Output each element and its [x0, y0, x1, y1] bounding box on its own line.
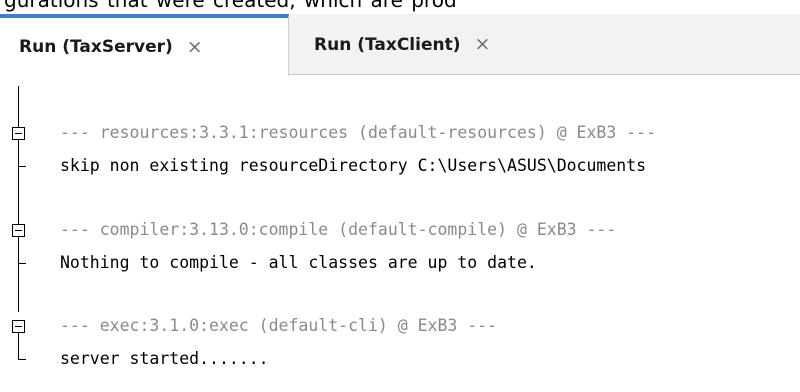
tab-run-taxclient[interactable]: Run (TaxClient) × — [289, 14, 529, 75]
tree-branch-tick — [18, 263, 26, 264]
console-line-output: server started....... — [60, 349, 269, 368]
window-cut-off-text: gurations that were created, which are p… — [0, 0, 800, 14]
console-line-header: --- resources:3.3.1:resources (default-r… — [60, 123, 657, 142]
tree-guide-line — [18, 86, 19, 312]
collapse-icon[interactable] — [12, 320, 25, 333]
close-icon[interactable]: × — [474, 35, 490, 54]
output-tab-bar: Run (TaxServer) × Run (TaxClient) × — [0, 14, 800, 76]
collapse-icon[interactable] — [12, 127, 25, 140]
tree-branch-tick — [18, 359, 26, 360]
tab-label: Run (TaxServer) — [19, 37, 173, 57]
tab-run-taxserver[interactable]: Run (TaxServer) × — [0, 14, 289, 76]
console-line-header: --- exec:3.1.0:exec (default-cli) @ ExB3… — [60, 316, 498, 335]
collapse-icon[interactable] — [12, 224, 25, 237]
console-line-output: Nothing to compile - all classes are up … — [60, 253, 537, 272]
console-output[interactable]: --- resources:3.3.1:resources (default-r… — [0, 76, 800, 392]
console-line-header: --- compiler:3.13.0:compile (default-com… — [60, 220, 617, 239]
above-window-text: gurations that were created, which are p… — [4, 0, 457, 12]
tab-label: Run (TaxClient) — [314, 34, 461, 55]
console-line-output: skip non existing resourceDirectory C:\U… — [60, 156, 647, 175]
tree-branch-tick — [18, 166, 26, 167]
close-icon[interactable]: × — [187, 37, 203, 57]
tree-guide-line — [18, 333, 19, 359]
